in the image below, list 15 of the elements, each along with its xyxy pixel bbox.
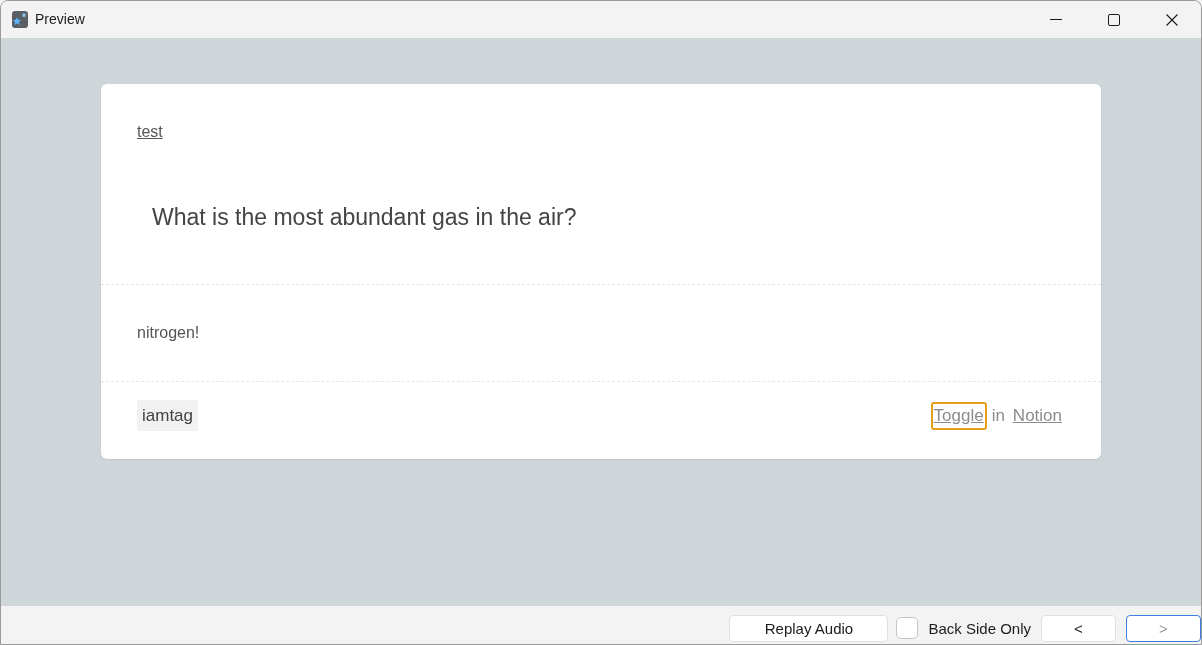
deck-link[interactable]: test xyxy=(137,123,163,140)
replay-audio-button[interactable]: Replay Audio xyxy=(729,615,889,642)
minimize-icon xyxy=(1050,19,1062,20)
question-text: What is the most abundant gas in the air? xyxy=(152,203,578,232)
previous-button[interactable]: < xyxy=(1041,615,1116,642)
tag: iamtag xyxy=(137,400,199,431)
window-title: Preview xyxy=(35,10,85,29)
checkbox-label: Back Side Only xyxy=(928,619,1031,639)
maximize-icon xyxy=(1108,13,1120,26)
app-icon xyxy=(12,11,28,28)
back-side-only-checkbox[interactable] xyxy=(896,617,919,639)
connector-text: in xyxy=(991,405,1005,427)
notion-link[interactable]: Notion xyxy=(1009,402,1065,430)
close-icon xyxy=(1166,13,1178,26)
answer-text: nitrogen! xyxy=(137,323,201,343)
